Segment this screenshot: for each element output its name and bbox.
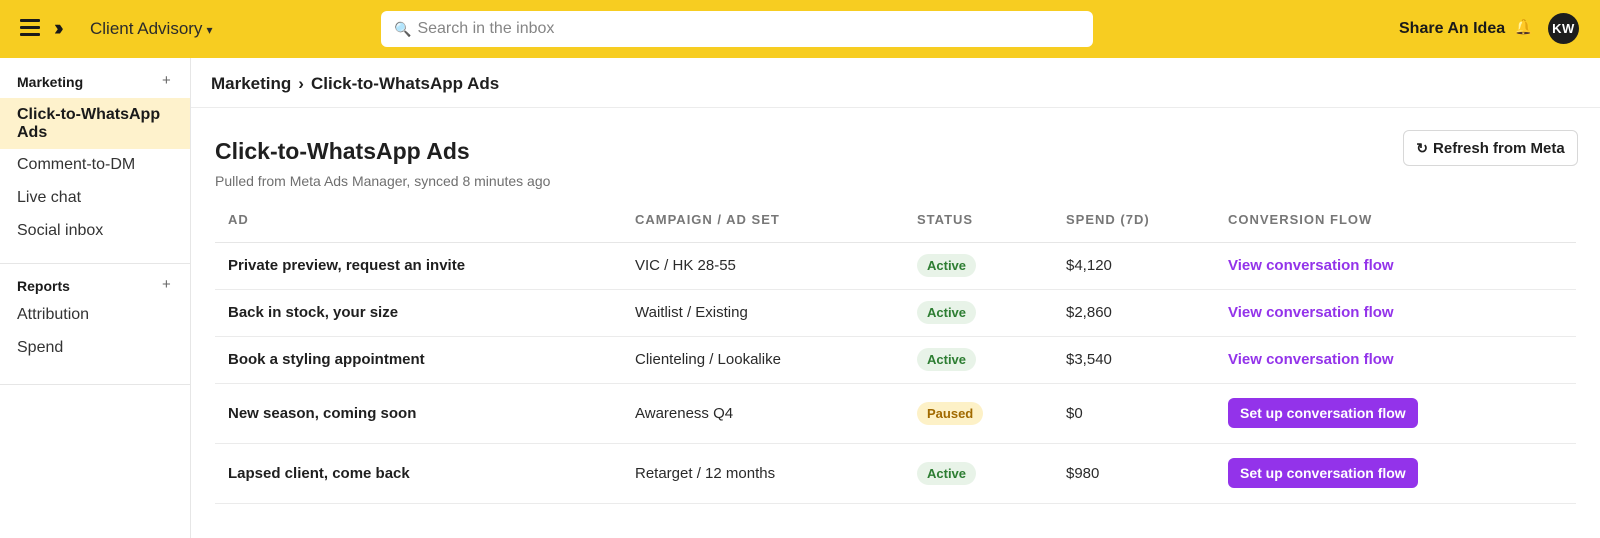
bell-icon[interactable]: 🔔: [1514, 18, 1533, 36]
view-conversation-flow-link[interactable]: View conversation flow: [1228, 257, 1394, 274]
status-cell: Active: [917, 242, 1066, 290]
ad-name: Book a styling appointment: [215, 336, 635, 384]
column-header-spend: SPEND (7D): [1066, 198, 1228, 243]
header-divider: [191, 107, 1600, 108]
refresh-from-meta-button[interactable]: ↻ Refresh from Meta: [1403, 130, 1578, 166]
status-cell: Active: [917, 336, 1066, 384]
breadcrumb: Marketing › Click-to-WhatsApp Ads: [211, 74, 499, 94]
column-header-status: STATUS: [917, 198, 1066, 243]
spend-value: $980: [1066, 443, 1228, 504]
top-bar: ›› Client Advisory▾ 🔍 Share An Idea 🔔 KW: [0, 0, 1600, 58]
set-up-conversation-flow-button[interactable]: Set up conversation flow: [1228, 458, 1418, 488]
sidebar-section-reports: Reports +: [0, 270, 190, 300]
plus-icon[interactable]: +: [162, 72, 171, 89]
flow-cell: Set up conversation flow: [1228, 383, 1576, 444]
table-row: Book a styling appointment Clienteling /…: [215, 336, 1576, 384]
table-row: Private preview, request an invite VIC /…: [215, 242, 1576, 290]
breadcrumb-current: Click-to-WhatsApp Ads: [310, 74, 500, 93]
sidebar: Marketing + Click-to-WhatsApp Ads Commen…: [0, 58, 191, 538]
main-content: Marketing › Click-to-WhatsApp Ads Click-to…: [191, 58, 1600, 538]
plus-icon[interactable]: +: [162, 276, 171, 293]
search-icon: 🔍: [394, 20, 412, 37]
status-badge: Active: [917, 461, 977, 485]
status-badge: Active: [917, 348, 977, 371]
column-header-ad: AD: [215, 198, 635, 243]
status-cell: Active: [917, 443, 1066, 504]
campaign-name: Clienteling / Lookalike: [635, 336, 917, 384]
ad-name: Back in stock, your size: [215, 289, 635, 337]
status-cell: Paused: [917, 383, 1066, 444]
page-subtitle: Pulled from Meta Ads Manager, synced 8 m…: [215, 173, 551, 189]
sidebar-section-marketing: Marketing +: [0, 66, 190, 96]
spend-value: $2,860: [1066, 289, 1228, 337]
sidebar-section-title: Reports: [17, 278, 70, 294]
breadcrumb-marketing[interactable]: Marketing: [211, 74, 291, 93]
sidebar-item-social-inbox[interactable]: Social inbox: [0, 222, 190, 240]
campaign-name: Awareness Q4: [635, 383, 917, 444]
set-up-conversation-flow-button[interactable]: Set up conversation flow: [1228, 398, 1418, 428]
ads-table: AD CAMPAIGN / AD SET STATUS SPEND (7D) C…: [215, 198, 1576, 504]
ad-name: New season, coming soon: [215, 383, 635, 444]
column-header-conversion-flow: CONVERSION FLOW: [1228, 198, 1576, 243]
hamburger-icon[interactable]: [20, 19, 40, 37]
search-bar[interactable]: 🔍: [381, 11, 1093, 47]
avatar[interactable]: KW: [1548, 13, 1579, 44]
refresh-icon: ↻: [1416, 139, 1429, 156]
campaign-name: Retarget / 12 months: [635, 443, 917, 504]
campaign-name: VIC / HK 28-55: [635, 242, 917, 290]
sidebar-item-attribution[interactable]: Attribution: [0, 306, 190, 324]
page-title: Click-to-WhatsApp Ads: [215, 138, 470, 164]
status-cell: Active: [917, 289, 1066, 337]
campaign-name: Waitlist / Existing: [635, 289, 917, 337]
breadcrumb-separator: ›: [298, 74, 304, 93]
refresh-label: Refresh from Meta: [1433, 139, 1565, 157]
spend-value: $3,540: [1066, 336, 1228, 384]
chevron-down-icon: ▾: [206, 23, 213, 37]
view-conversation-flow-link[interactable]: View conversation flow: [1228, 304, 1394, 321]
view-conversation-flow-link[interactable]: View conversation flow: [1228, 351, 1394, 368]
sidebar-item-click-to-whatsapp-ads[interactable]: Click-to-WhatsApp Ads: [0, 98, 190, 149]
double-chevron-right-icon[interactable]: ››: [54, 17, 63, 39]
sidebar-section-title: Marketing: [17, 74, 84, 90]
ad-name: Lapsed client, come back: [215, 443, 635, 504]
flow-cell: View conversation flow: [1228, 289, 1576, 337]
sidebar-item-spend[interactable]: Spend: [0, 339, 190, 357]
flow-cell: View conversation flow: [1228, 242, 1576, 290]
spend-value: $4,120: [1066, 242, 1228, 290]
workspace-switcher[interactable]: Client Advisory ▾: [90, 19, 212, 40]
table-row: New season, coming soon Awareness Q4 Pau…: [215, 383, 1576, 444]
flow-cell: Set up conversation flow: [1228, 443, 1576, 504]
column-header-campaign: CAMPAIGN / AD SET: [635, 198, 917, 243]
sidebar-divider: [0, 384, 190, 385]
table-row: Lapsed client, come back Retarget / 12 m…: [215, 443, 1576, 504]
table-row: Back in stock, your size Waitlist / Exis…: [215, 289, 1576, 337]
status-badge: Active: [917, 301, 977, 324]
status-badge: Paused: [917, 401, 984, 425]
flow-cell: View conversation flow: [1228, 336, 1576, 384]
search-input[interactable]: [417, 20, 1058, 38]
spend-value: $0: [1066, 383, 1228, 444]
share-idea-button[interactable]: Share An Idea: [1399, 19, 1505, 39]
workspace-name: Client Advisory: [90, 19, 203, 38]
sidebar-divider: [0, 263, 190, 264]
sidebar-item-comment-to-dm[interactable]: Comment-to-DM: [0, 156, 190, 174]
status-badge: Active: [917, 254, 977, 277]
sidebar-item-live-chat[interactable]: Live chat: [0, 189, 190, 207]
ad-name: Private preview, request an invite: [215, 242, 635, 290]
table-header-row: AD CAMPAIGN / AD SET STATUS SPEND (7D) C…: [215, 198, 1576, 243]
